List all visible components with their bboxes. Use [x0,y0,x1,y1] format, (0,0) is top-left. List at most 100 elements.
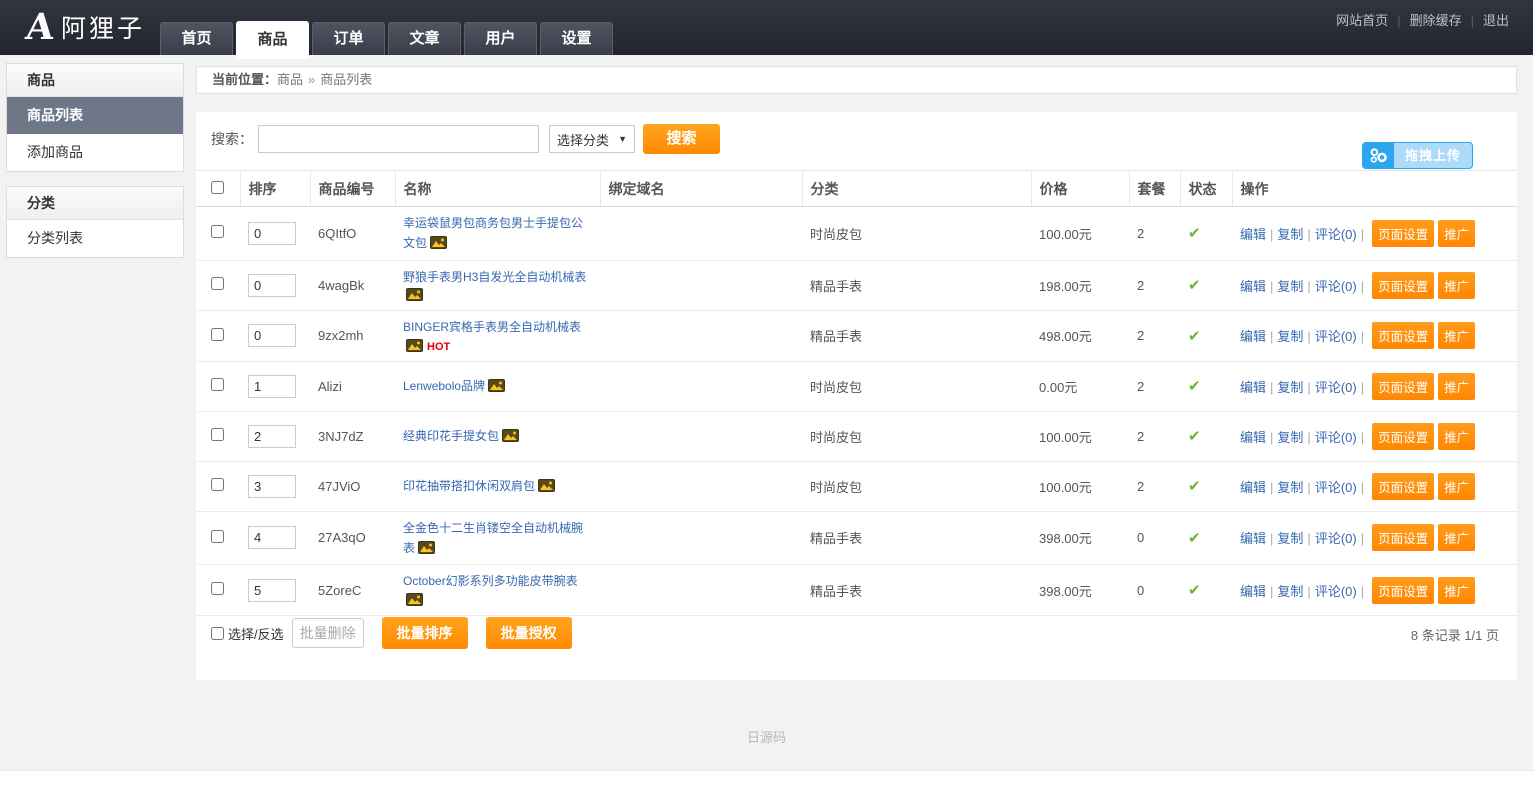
page-settings-button[interactable]: 页面设置 [1372,473,1434,500]
sort-input[interactable] [248,375,296,398]
tab-users[interactable]: 用户 [464,22,537,55]
copy-link[interactable]: 复制 [1277,584,1303,599]
tab-products[interactable]: 商品 [236,21,309,59]
search-input[interactable] [258,125,539,153]
breadcrumb-section[interactable]: 商品 [277,72,303,87]
edit-link[interactable]: 编辑 [1240,227,1266,242]
sort-input[interactable] [248,579,296,602]
batch-authorize-button[interactable]: 批量授权 [486,617,572,649]
copy-link[interactable]: 复制 [1277,329,1303,344]
top-link-clear-cache[interactable]: 删除缓存 [1410,13,1462,28]
edit-link[interactable]: 编辑 [1240,380,1266,395]
promote-button[interactable]: 推广 [1438,220,1475,247]
promote-button[interactable]: 推广 [1438,272,1475,299]
copy-link[interactable]: 复制 [1277,227,1303,242]
sort-input[interactable] [248,526,296,549]
sort-input[interactable] [248,274,296,297]
row-checkbox[interactable] [211,428,224,441]
promote-button[interactable]: 推广 [1438,373,1475,400]
product-image-icon[interactable] [406,339,423,355]
comments-link[interactable]: 评论(0) [1315,430,1357,445]
copy-link[interactable]: 复制 [1277,430,1303,445]
edit-link[interactable]: 编辑 [1240,480,1266,495]
page-settings-button[interactable]: 页面设置 [1372,322,1434,349]
page-settings-button[interactable]: 页面设置 [1372,423,1434,450]
comments-link[interactable]: 评论(0) [1315,380,1357,395]
product-image-icon[interactable] [406,593,423,609]
comments-link[interactable]: 评论(0) [1315,531,1357,546]
product-name-link[interactable]: 印花抽带搭扣休闲双肩包 [403,479,535,493]
select-all-checkbox[interactable] [211,181,224,194]
top-link-site-home[interactable]: 网站首页 [1336,13,1388,28]
page-settings-button[interactable]: 页面设置 [1372,272,1434,299]
copy-link[interactable]: 复制 [1277,380,1303,395]
product-domain [600,511,802,565]
drag-upload-button[interactable]: 拖拽上传 [1362,142,1473,169]
page-settings-button[interactable]: 页面设置 [1372,577,1434,604]
product-name-link[interactable]: Lenwebolo品牌 [403,379,485,393]
batch-delete-button[interactable]: 批量删除 [292,618,364,648]
tab-articles[interactable]: 文章 [388,22,461,55]
sidebar-item-product-list[interactable]: 商品列表 [7,97,183,134]
product-image-icon[interactable] [406,288,423,304]
page-settings-button[interactable]: 页面设置 [1372,220,1434,247]
product-image-icon[interactable] [430,236,447,252]
copy-link[interactable]: 复制 [1277,531,1303,546]
product-name-link[interactable]: BINGER宾格手表男全自动机械表 [403,320,581,334]
row-checkbox[interactable] [211,328,224,341]
category-select[interactable]: 选择分类 ▼ [549,125,635,153]
tab-home[interactable]: 首页 [160,22,233,55]
tab-settings[interactable]: 设置 [540,22,613,55]
breadcrumb-page[interactable]: 商品列表 [320,72,372,87]
select-invert-checkbox[interactable] [211,627,224,640]
edit-link[interactable]: 编辑 [1240,531,1266,546]
product-image-icon[interactable] [488,379,505,395]
product-name-link[interactable]: October幻影系列多功能皮带腕表 [403,574,578,588]
row-checkbox[interactable] [211,378,224,391]
row-checkbox[interactable] [211,582,224,595]
comments-link[interactable]: 评论(0) [1315,480,1357,495]
sort-input[interactable] [248,222,296,245]
promote-button[interactable]: 推广 [1438,423,1475,450]
batch-sort-button[interactable]: 批量排序 [382,617,468,649]
product-image-icon[interactable] [538,479,555,495]
page-settings-button[interactable]: 页面设置 [1372,373,1434,400]
tab-orders[interactable]: 订单 [312,22,385,55]
comments-link[interactable]: 评论(0) [1315,329,1357,344]
product-image-icon[interactable] [502,429,519,445]
promote-button[interactable]: 推广 [1438,524,1475,551]
top-link-logout[interactable]: 退出 [1483,13,1509,28]
promote-button[interactable]: 推广 [1438,473,1475,500]
product-code: 9zx2mh [310,311,395,361]
sort-input[interactable] [248,425,296,448]
copy-link[interactable]: 复制 [1277,279,1303,294]
product-name-link[interactable]: 野狼手表男H3自发光全自动机械表 [403,270,586,284]
breadcrumb-prefix: 当前位置： [212,72,277,87]
sidebar-group-products: 商品 商品列表 添加商品 [6,63,184,172]
comments-link[interactable]: 评论(0) [1315,227,1357,242]
product-image-icon[interactable] [418,541,435,557]
comments-link[interactable]: 评论(0) [1315,584,1357,599]
promote-button[interactable]: 推广 [1438,322,1475,349]
product-domain [600,361,802,411]
edit-link[interactable]: 编辑 [1240,584,1266,599]
sidebar-item-category-list[interactable]: 分类列表 [7,220,183,257]
copy-link[interactable]: 复制 [1277,480,1303,495]
search-button[interactable]: 搜索 [643,124,720,154]
row-checkbox[interactable] [211,530,224,543]
app-header: A 阿狸子 首页 商品 订单 文章 用户 设置 网站首页|删除缓存|退出 [0,0,1533,55]
product-name-link[interactable]: 经典印花手提女包 [403,429,499,443]
sort-input[interactable] [248,475,296,498]
sidebar-item-add-product[interactable]: 添加商品 [7,134,183,171]
row-checkbox[interactable] [211,225,224,238]
edit-link[interactable]: 编辑 [1240,430,1266,445]
row-checkbox[interactable] [211,478,224,491]
page-settings-button[interactable]: 页面设置 [1372,524,1434,551]
edit-link[interactable]: 编辑 [1240,279,1266,294]
sort-input[interactable] [248,324,296,347]
row-checkbox[interactable] [211,277,224,290]
promote-button[interactable]: 推广 [1438,577,1475,604]
app-logo[interactable]: A 阿狸子 [26,8,145,46]
edit-link[interactable]: 编辑 [1240,329,1266,344]
comments-link[interactable]: 评论(0) [1315,279,1357,294]
